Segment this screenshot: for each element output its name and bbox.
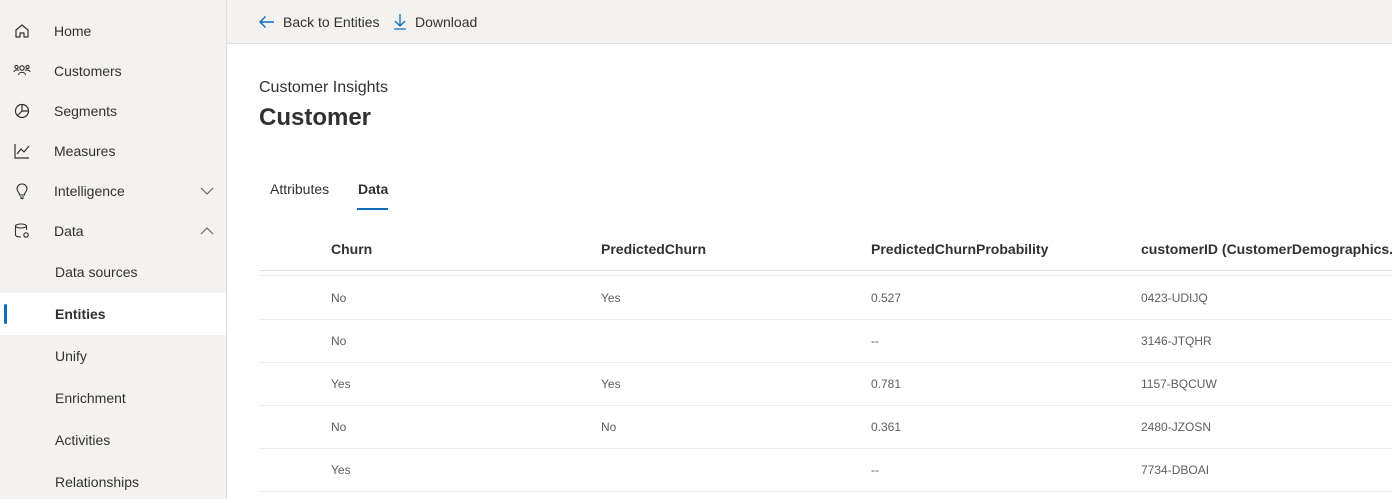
nav-item-intelligence[interactable]: Intelligence [0, 171, 226, 211]
chevron-up-icon [200, 227, 214, 235]
cell-customerid: 7734-DBOAI [1141, 462, 1210, 477]
cell-churn: No [331, 333, 347, 348]
cell-customerid: 2480-JZOSN [1141, 419, 1212, 434]
cell-customerid: 3146-JTQHR [1141, 333, 1212, 348]
nav-subitem-label: Entities [55, 306, 106, 322]
download-label: Download [415, 13, 478, 30]
nav-subitem-label: Enrichment [55, 390, 126, 406]
table-row[interactable]: No Yes 0.527 0423-UDIJQ [259, 276, 1392, 320]
nav-item-measures[interactable]: Measures [0, 131, 226, 171]
nav-item-label: Intelligence [54, 183, 125, 199]
nav-subitem-enrichment[interactable]: Enrichment [0, 377, 226, 419]
nav-subitem-label: Data sources [55, 264, 138, 280]
cell-probability: 0.527 [871, 290, 902, 305]
cell-probability: -- [871, 333, 879, 348]
data-icon [14, 223, 29, 238]
cell-probability: 0.781 [871, 376, 902, 391]
chevron-down-icon [200, 187, 214, 195]
cell-churn: Yes [331, 376, 351, 391]
tab-attributes[interactable]: Attributes [270, 181, 329, 197]
measures-icon [14, 144, 30, 159]
cell-probability: 0.361 [871, 419, 902, 434]
cell-probability: -- [871, 462, 879, 477]
nav-item-segments[interactable]: Segments [0, 91, 226, 131]
cell-customerid: 0423-UDIJQ [1141, 290, 1208, 305]
nav-item-customers[interactable]: Customers [0, 51, 226, 91]
nav-subitem-unify[interactable]: Unify [0, 335, 226, 377]
column-header-churn[interactable]: Churn [331, 228, 372, 270]
cell-churn: No [331, 290, 347, 305]
nav-item-label: Data [54, 223, 84, 239]
tab-data[interactable]: Data [358, 181, 388, 197]
nav-subitem-relationships[interactable]: Relationships [0, 461, 226, 503]
column-header-predictedchurn[interactable]: PredictedChurn [601, 228, 706, 270]
nav-subitem-activities[interactable]: Activities [0, 419, 226, 461]
nav-item-label: Measures [54, 143, 116, 159]
table-row[interactable]: No -- 3146-JTQHR [259, 319, 1392, 363]
cell-predictedchurn: No [601, 419, 617, 434]
nav-subitem-label: Relationships [55, 474, 140, 490]
page-title: Customer [259, 104, 372, 131]
cell-churn: Yes [331, 462, 351, 477]
download-icon [394, 14, 406, 30]
nav-subitem-label: Unify [55, 348, 87, 364]
nav-item-label: Home [54, 23, 92, 39]
arrow-left-icon [259, 15, 274, 28]
table-row[interactable]: Yes -- 7734-DBOAI [259, 448, 1392, 492]
customers-icon [13, 64, 31, 76]
segments-icon [14, 103, 30, 119]
nav-item-data[interactable]: Data [0, 211, 226, 251]
cell-churn: No [331, 419, 347, 434]
column-header-predictedchurnprobability[interactable]: PredictedChurnProbability [871, 228, 1048, 270]
back-to-entities-label: Back to Entities [283, 13, 380, 30]
download-button[interactable]: Download [393, 0, 477, 43]
nav-subitem-entities[interactable]: Entities [0, 293, 226, 335]
active-tab-indicator [357, 208, 388, 210]
table-row[interactable]: Yes Yes 0.781 1157-BQCUW [259, 362, 1392, 406]
table-row[interactable]: No No 0.361 2480-JZOSN [259, 405, 1392, 449]
cell-predictedchurn: Yes [601, 290, 621, 305]
back-to-entities-button[interactable]: Back to Entities [258, 0, 380, 43]
nav-subitem-label: Activities [55, 432, 111, 448]
nav-subitem-data-sources[interactable]: Data sources [0, 251, 226, 293]
command-bar: Back to Entities Download [227, 0, 1392, 44]
header-divider [259, 270, 1392, 271]
nav-item-label: Customers [54, 63, 122, 79]
nav-item-home[interactable]: Home [0, 11, 226, 51]
lightbulb-icon [16, 183, 28, 200]
cell-predictedchurn: Yes [601, 376, 621, 391]
home-icon [15, 24, 29, 38]
page-eyebrow: Customer Insights [259, 79, 388, 96]
nav-item-label: Segments [54, 103, 118, 119]
column-header-customerid[interactable]: customerID (CustomerDemographics... [1141, 228, 1392, 270]
left-navigation: Home Customers Segments Measures Intelli… [0, 0, 227, 499]
cell-customerid: 1157-BQCUW [1141, 376, 1217, 391]
